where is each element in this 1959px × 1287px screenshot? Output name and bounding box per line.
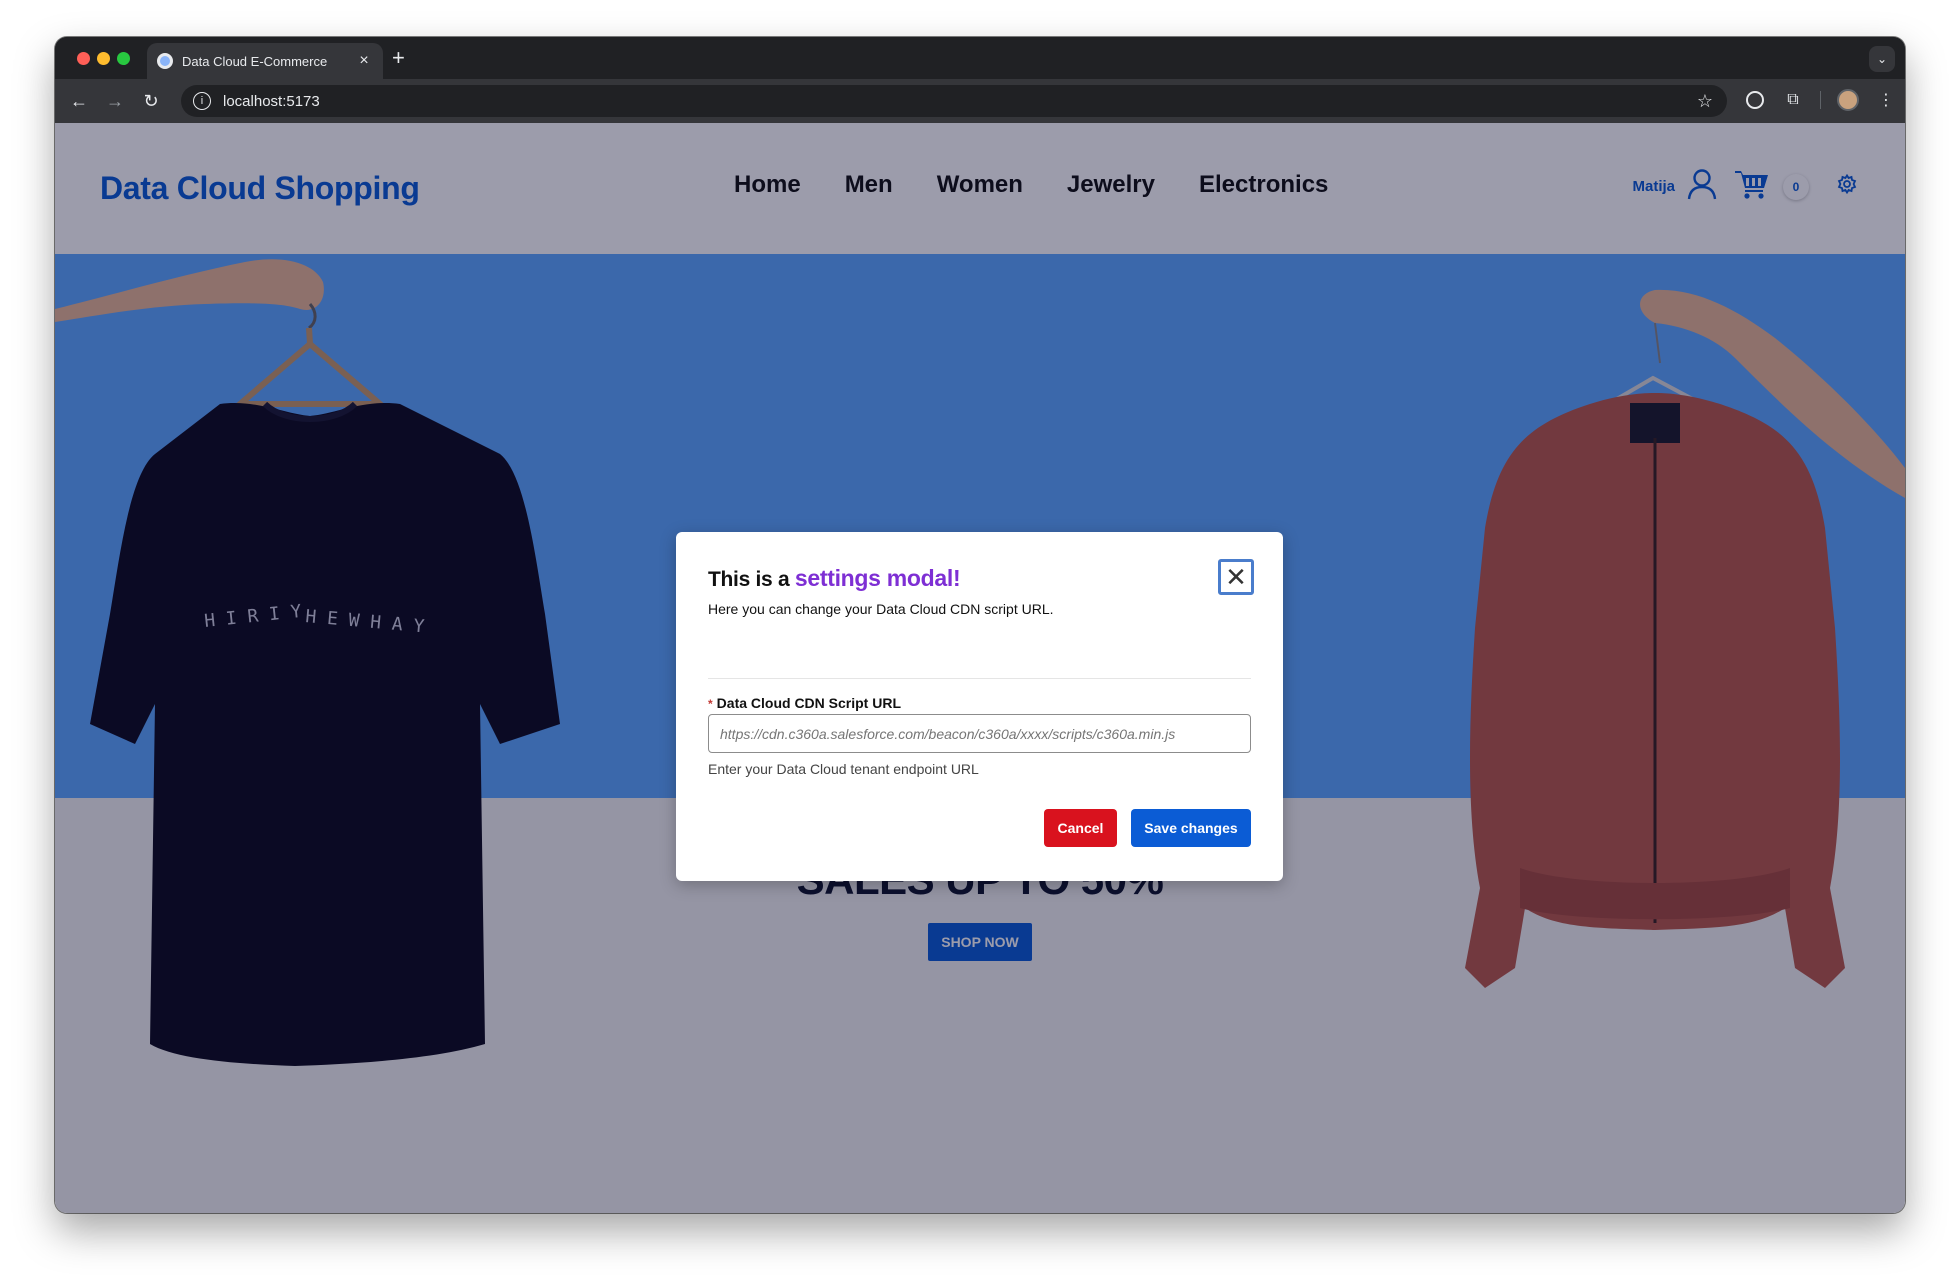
extension-icon[interactable]	[1744, 89, 1766, 111]
minimize-window-button[interactable]	[97, 52, 110, 65]
maximize-window-button[interactable]	[117, 52, 130, 65]
cdn-url-label-text: Data Cloud CDN Script URL	[716, 695, 902, 711]
browser-toolbar: ← → ↻ i localhost:5173 ☆ ⧉ ⋮	[55, 79, 1905, 123]
browser-menu-icon[interactable]: ⋮	[1875, 89, 1897, 111]
puzzle-extensions-icon[interactable]: ⧉	[1782, 89, 1804, 111]
toolbar-divider	[1820, 91, 1821, 109]
tab-close-icon[interactable]: ×	[355, 52, 373, 70]
page-viewport: Data Cloud Shopping Home Men Women Jewel…	[55, 123, 1905, 1213]
profile-avatar[interactable]	[1837, 89, 1859, 111]
modal-title-prefix: This is a	[708, 568, 795, 591]
url-text[interactable]: localhost:5173	[223, 93, 1697, 110]
close-icon: ✕	[1225, 561, 1247, 592]
extensions-area: ⧉ ⋮	[1744, 89, 1897, 111]
settings-modal: This is a settings modal! ✕ Here you can…	[676, 532, 1283, 881]
cancel-button[interactable]: Cancel	[1044, 809, 1117, 847]
modal-description: Here you can change your Data Cloud CDN …	[708, 601, 1054, 617]
tab-title: Data Cloud E-Commerce	[182, 53, 328, 69]
close-modal-button[interactable]: ✕	[1218, 559, 1254, 595]
save-changes-button[interactable]: Save changes	[1131, 809, 1251, 847]
modal-title-accent: settings modal!	[794, 565, 961, 591]
browser-tab[interactable]: Data Cloud E-Commerce ×	[147, 43, 383, 79]
cdn-url-label: * Data Cloud CDN Script URL	[708, 695, 901, 711]
new-tab-button[interactable]: +	[392, 45, 405, 71]
modal-divider	[708, 678, 1251, 679]
site-info-icon[interactable]: i	[193, 92, 211, 110]
reload-button[interactable]: ↻	[133, 91, 169, 112]
modal-title: This is a settings modal!	[708, 565, 961, 592]
required-marker: *	[708, 697, 713, 711]
favicon-icon	[157, 53, 173, 69]
forward-button[interactable]: →	[97, 91, 133, 112]
tab-search-button[interactable]: ⌄	[1869, 46, 1895, 72]
cdn-url-help-text: Enter your Data Cloud tenant endpoint UR…	[708, 761, 979, 777]
tab-strip: Data Cloud E-Commerce × + ⌄	[55, 37, 1905, 79]
address-bar[interactable]: i localhost:5173 ☆	[181, 85, 1727, 117]
back-button[interactable]: ←	[61, 91, 97, 112]
close-window-button[interactable]	[77, 52, 90, 65]
bookmark-star-icon[interactable]: ☆	[1697, 91, 1713, 112]
browser-window: Data Cloud E-Commerce × + ⌄ ← → ↻ i loca…	[55, 37, 1905, 1213]
cdn-url-input[interactable]	[708, 714, 1251, 753]
